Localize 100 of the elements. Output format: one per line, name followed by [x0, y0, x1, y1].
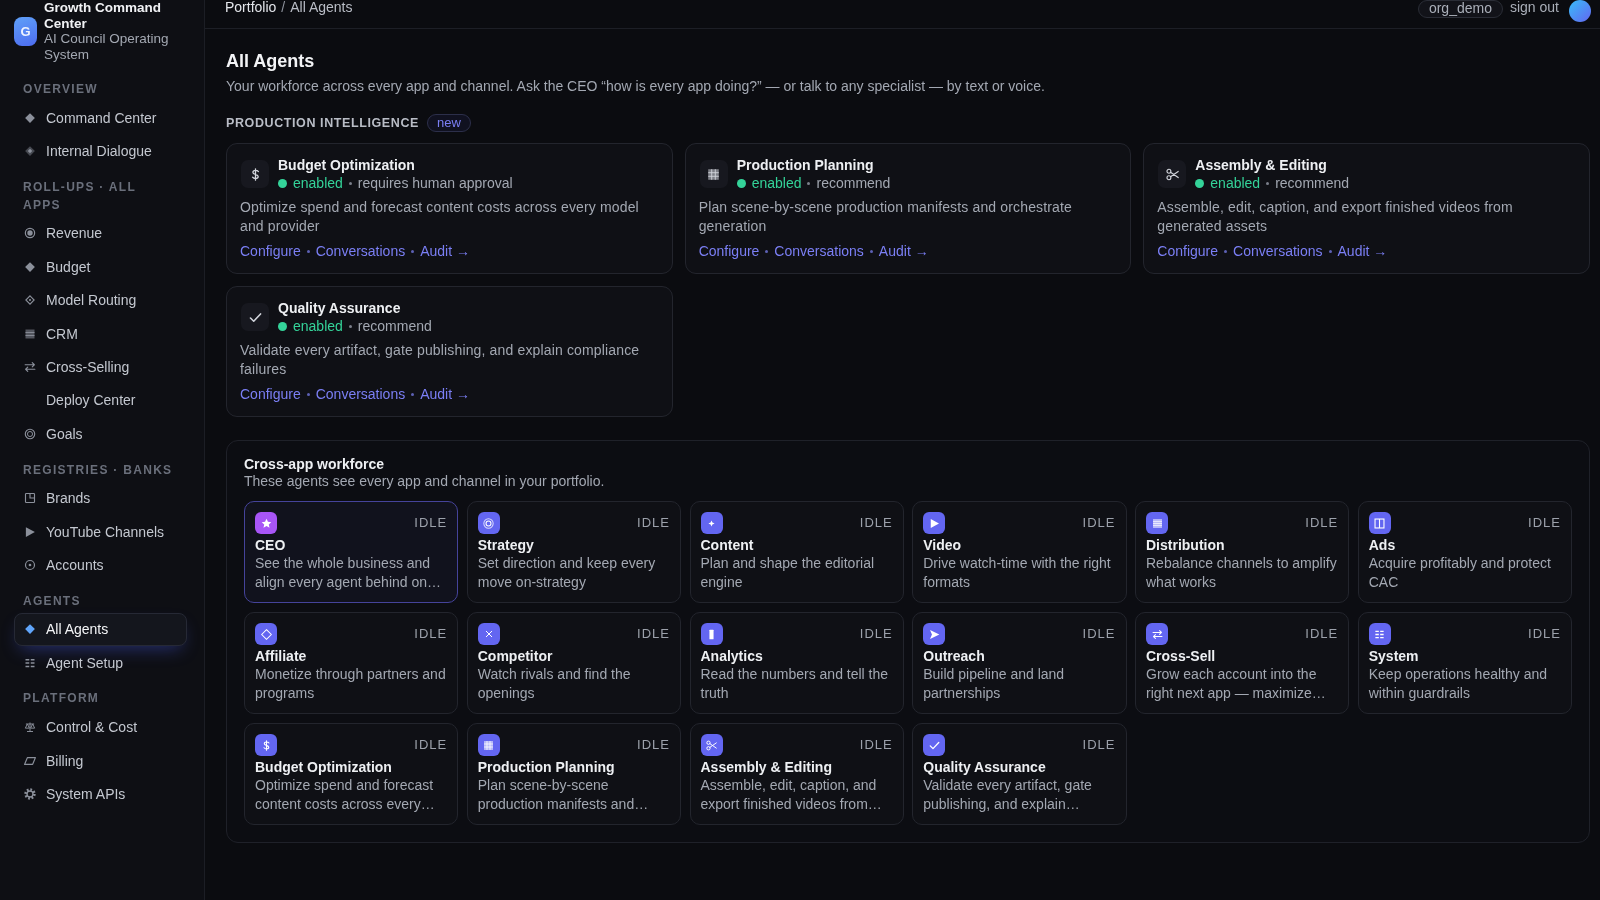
agent-name: Budget Optimization: [255, 758, 393, 776]
agent-card[interactable]: IDLE Video Drive watch-time with the right formats: [912, 501, 1127, 603]
agent-card[interactable]: IDLE Cross-Sell Grow each account into the right next app — maximize…: [1135, 612, 1350, 714]
diamond-icon: [24, 294, 36, 307]
agent-description: Keep operations healthy and within guardrails: [1368, 665, 1548, 703]
status-text: enabled: [751, 174, 802, 192]
grid-dots-icon: [24, 656, 36, 669]
status-label: IDLE: [859, 515, 893, 531]
status-label: IDLE: [637, 737, 670, 753]
square-icon: [24, 492, 36, 505]
status-label: IDLE: [859, 737, 893, 753]
card-link[interactable]: Audit →: [420, 242, 470, 260]
sidebar-item[interactable]: Accounts: [14, 548, 187, 582]
sidebar-item[interactable]: Internal Dialogue: [14, 134, 187, 168]
sidebar-item[interactable]: Control & Cost: [14, 710, 187, 744]
section-heading: ROLL-UPS · ALL APPS: [23, 178, 137, 214]
agent-description: Validate every artifact, gate publishing, and explain…: [923, 776, 1093, 814]
agent-card[interactable]: IDLE Quality Assurance Validate every artifact, gate publishing, and explain…: [912, 723, 1127, 825]
sidebar-item[interactable]: Agent Setup: [14, 646, 187, 680]
agent-card[interactable]: IDLE System Keep operations healthy and within guardrails: [1357, 612, 1572, 714]
agent-name: Video: [923, 536, 963, 554]
agent-card[interactable]: IDLE Content Plan and shape the editorial engine: [689, 501, 904, 603]
card-title: Budget Optimization: [278, 156, 416, 174]
card-title: Production Planning: [736, 156, 875, 174]
status-text: enabled: [293, 317, 343, 335]
sidebar-item[interactable]: CRM: [14, 316, 187, 351]
parallelogram-icon: [24, 754, 36, 767]
status-label: IDLE: [1528, 515, 1561, 531]
scissors-icon: [1158, 160, 1187, 188]
status-label: IDLE: [1528, 626, 1561, 642]
agent-card[interactable]: IDLE Budget Optimization Optimize spend and forecast content costs across every…: [244, 723, 459, 825]
card-link[interactable]: Audit →: [1337, 242, 1388, 260]
agent-name: Competitor: [477, 647, 554, 665]
agent-card[interactable]: IDLE Outreach Build pipeline and land partnerships: [912, 612, 1127, 714]
separator-dot: [348, 324, 352, 328]
agent-card[interactable]: IDLE Assembly & Editing Assemble, edit, caption, and export finished videos from…: [689, 723, 904, 825]
sidebar-item[interactable]: Cross-Selling: [14, 350, 187, 384]
play-icon: [24, 525, 36, 538]
diamond-icon: [24, 623, 36, 636]
sidebar-item[interactable]: Command Center: [14, 101, 187, 135]
agent-name: Analytics: [700, 647, 764, 665]
status-text: enabled: [293, 174, 343, 192]
status-label: IDLE: [414, 626, 448, 642]
card-link[interactable]: Conversations: [315, 242, 406, 260]
sidebar-item[interactable]: YouTube Channels: [14, 514, 187, 549]
card-link[interactable]: Conversations: [315, 385, 406, 403]
sidebar-item[interactable]: Goals: [14, 417, 187, 451]
separator-dot: [807, 181, 811, 185]
card-link[interactable]: Configure: [698, 242, 760, 260]
breadcrumb-separator: /: [281, 0, 286, 15]
card-title: Assembly & Editing: [1195, 156, 1328, 174]
sidebar-item[interactable]: Model Routing: [14, 283, 187, 317]
card-link[interactable]: Conversations: [774, 242, 864, 260]
agent-card[interactable]: IDLE Analytics Read the numbers and tell the truth: [689, 612, 904, 714]
radio-icon: [24, 227, 36, 240]
sidebar-item[interactable]: Deploy Center: [14, 383, 187, 418]
page-description: Your workforce across every app and channel. Ask the CEO “how is every app doing?” — or talk to any specialist — by text or voice.: [226, 77, 1046, 95]
sidebar-item[interactable]: System APIs: [14, 777, 187, 811]
agent-description: Drive watch-time with the right formats: [923, 554, 1112, 592]
diamond-icon: [24, 111, 36, 124]
status-label: IDLE: [1082, 737, 1116, 753]
agent-description: Acquire profitably and protect CAC: [1368, 554, 1552, 592]
status-text: enabled: [1210, 174, 1261, 192]
agent-card[interactable]: IDLE Ads Acquire profitably and protect CAC: [1357, 501, 1572, 603]
agent-card[interactable]: IDLE Strategy Set direction and keep every move on-strategy: [466, 501, 681, 603]
table-icon: [24, 327, 36, 340]
card-link[interactable]: Audit →: [420, 385, 470, 403]
diamond-icon: [24, 145, 36, 158]
agent-card[interactable]: IDLE Distribution Rebalance channels to amplify what works: [1135, 501, 1350, 603]
agent-card[interactable]: IDLE CEO See the whole business and align every agent behind on…: [244, 501, 459, 603]
mode-text: requires human approval: [357, 174, 513, 192]
agent-description: Set direction and keep every move on-strategy: [477, 554, 657, 592]
avatar[interactable]: [1569, 0, 1591, 22]
sidebar-item[interactable]: Brands: [14, 481, 187, 515]
status-label: IDLE: [414, 737, 448, 753]
sidebar-item[interactable]: All Agents: [14, 612, 187, 647]
sign-out-link[interactable]: sign out: [1509, 0, 1559, 15]
card-link[interactable]: Configure: [240, 242, 301, 260]
agent-name: Cross-Sell: [1146, 647, 1217, 665]
agent-card[interactable]: IDLE Production Planning Plan scene-by-scene production manifests and…: [466, 723, 681, 825]
agent-name: Content: [700, 536, 755, 554]
circle-icon: [24, 559, 36, 571]
section-heading: OVERVIEW: [23, 81, 99, 98]
card-link[interactable]: Configure: [1157, 242, 1219, 260]
sidebar-item[interactable]: Revenue: [14, 216, 187, 251]
agent-name: Quality Assurance: [923, 758, 1047, 776]
status-label: IDLE: [637, 626, 670, 642]
card-description: Validate every artifact, gate publishing, and explain compliance failures: [240, 341, 641, 379]
card-link[interactable]: Conversations: [1233, 242, 1323, 260]
sidebar-item[interactable]: Budget: [14, 250, 187, 284]
agent-card[interactable]: IDLE Competitor Watch rivals and find the openings: [466, 612, 681, 714]
agent-name: Outreach: [923, 647, 986, 665]
page-title: All Agents: [226, 50, 316, 73]
agent-name: Distribution: [1146, 536, 1226, 554]
sidebar-item[interactable]: Billing: [14, 743, 187, 778]
card-title: Quality Assurance: [278, 299, 402, 317]
agent-card[interactable]: IDLE Affiliate Monetize through partners and programs: [244, 612, 459, 714]
card-link[interactable]: Audit →: [878, 242, 929, 260]
card-link[interactable]: Configure: [240, 385, 301, 403]
breadcrumb-link[interactable]: Portfolio: [225, 0, 277, 15]
